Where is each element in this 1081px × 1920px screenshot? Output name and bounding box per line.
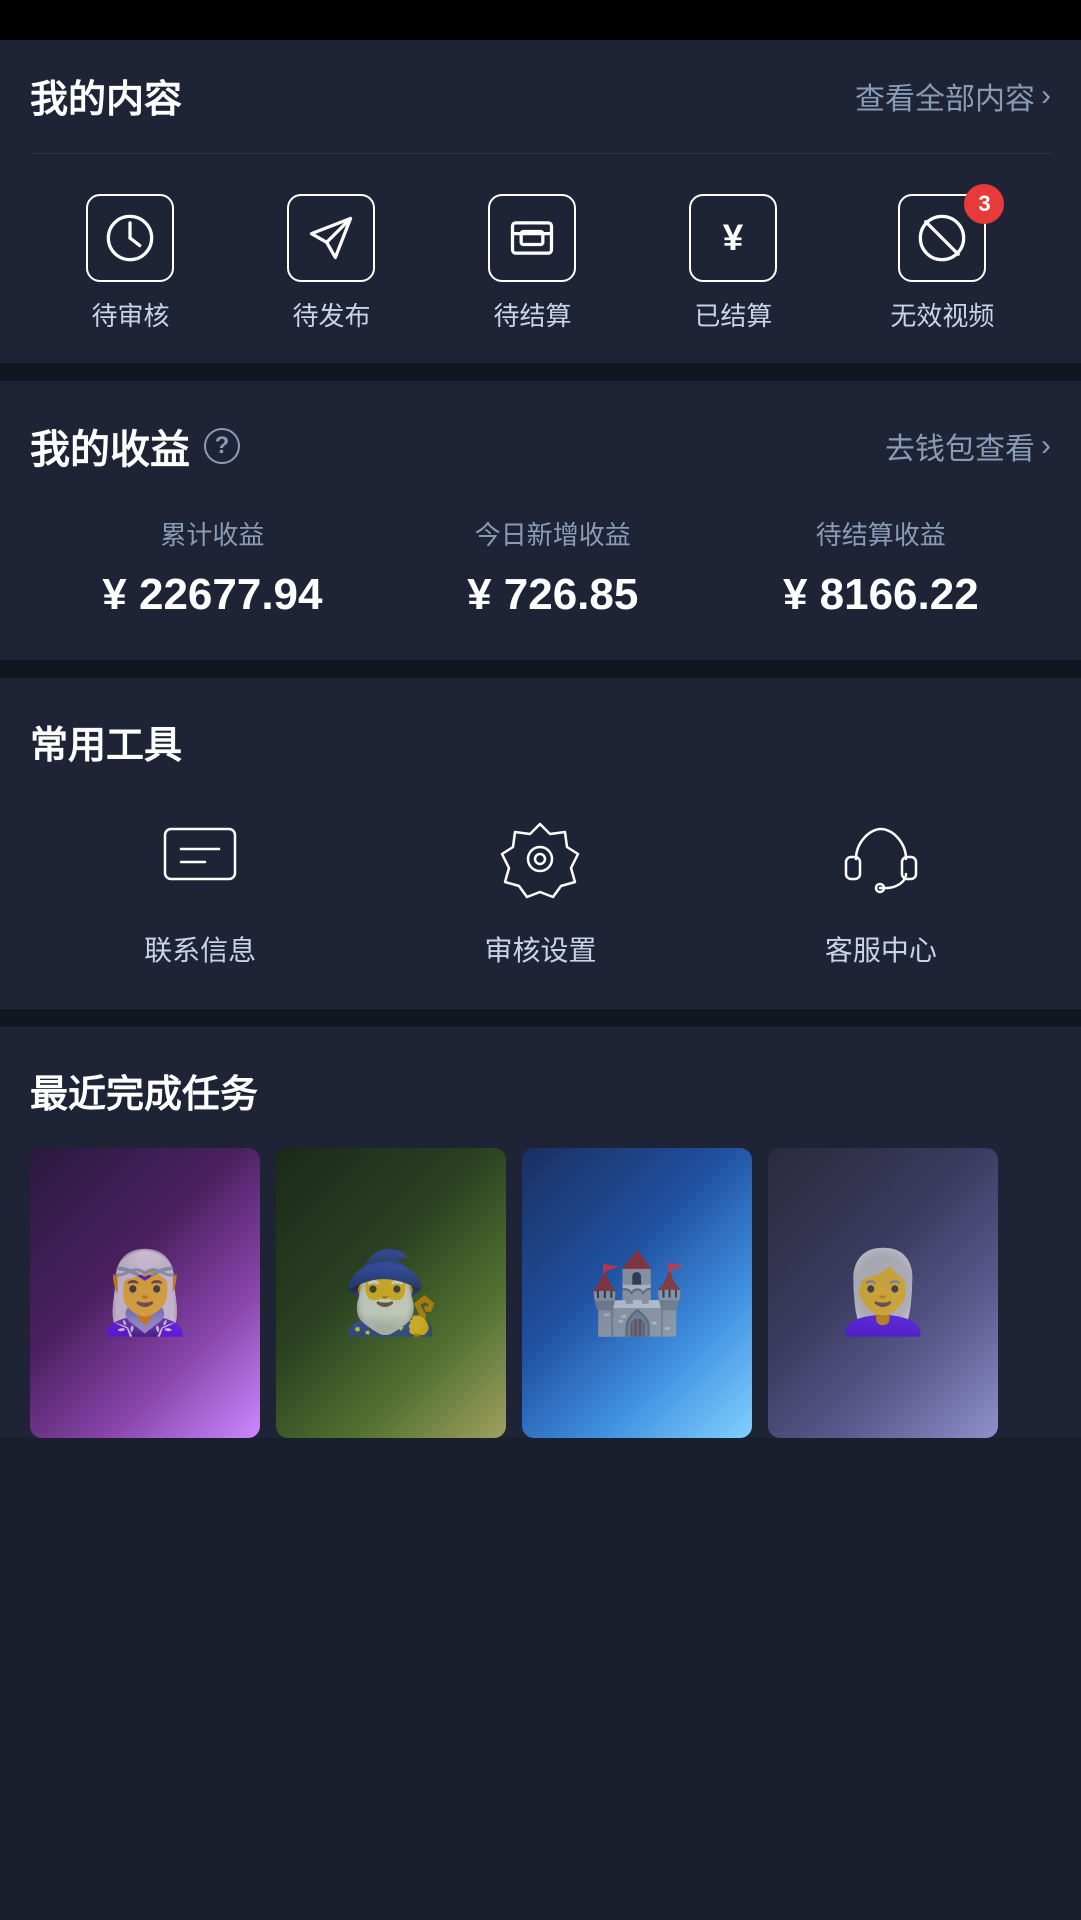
pending-review-icon-box: [86, 194, 174, 282]
pending-settlement-item[interactable]: 待结算: [488, 194, 576, 333]
earnings-grid: 累计收益 ¥ 22677.94 今日新增收益 ¥ 726.85 待结算收益 ¥ …: [30, 515, 1051, 620]
invalid-video-badge: 3: [964, 184, 1004, 224]
recent-task-item[interactable]: 🧝‍♀️: [30, 1148, 260, 1438]
pending-earnings-item: 待结算收益 ¥ 8166.22: [783, 515, 979, 620]
pending-label: 待结算收益: [816, 515, 946, 552]
pending-publish-icon-box: [287, 194, 375, 282]
earnings-title: 我的收益: [30, 417, 190, 475]
settled-item[interactable]: ¥ 已结算: [689, 194, 777, 333]
view-all-link[interactable]: 查看全部内容 ›: [855, 74, 1051, 118]
yen-icon: ¥: [707, 212, 759, 264]
gap-2: [0, 660, 1081, 678]
svg-text:¥: ¥: [723, 217, 744, 258]
my-content-header: 我的内容 查看全部内容 ›: [30, 68, 1051, 123]
tools-grid: 联系信息 审核设置: [30, 809, 1051, 969]
recent-task-item[interactable]: 🏰: [522, 1148, 752, 1438]
cumulative-earnings-item: 累计收益 ¥ 22677.94: [102, 515, 322, 620]
my-content-section: 我的内容 查看全部内容 › 待审核: [0, 40, 1081, 363]
customer-service-icon: [831, 809, 931, 909]
cumulative-value: ¥ 22677.94: [102, 570, 322, 620]
settled-label: 已结算: [694, 296, 772, 333]
tools-title: 常用工具: [30, 714, 1051, 769]
gap-3: [0, 1009, 1081, 1027]
headset-icon: [836, 814, 926, 904]
contact-info-icon: [150, 809, 250, 909]
earnings-header: 我的收益 ? 去钱包查看 ›: [30, 417, 1051, 475]
recent-tasks-grid: 🧝‍♀️ 🧙‍♂️ 🏰 👩‍🦳: [30, 1148, 1051, 1438]
today-value: ¥ 726.85: [467, 570, 638, 620]
contact-info-label: 联系信息: [144, 929, 256, 969]
invalid-video-label: 无效视频: [890, 296, 994, 333]
common-tools-section: 常用工具 联系信息 审核设置: [0, 678, 1081, 1009]
help-icon[interactable]: ?: [204, 428, 240, 464]
today-earnings-item: 今日新增收益 ¥ 726.85: [467, 515, 638, 620]
cumulative-label: 累计收益: [160, 515, 264, 552]
content-icon-grid: 待审核 待发布 待结算: [30, 184, 1051, 343]
review-settings-item[interactable]: 审核设置: [484, 809, 596, 969]
my-content-title: 我的内容: [30, 68, 182, 123]
pending-publish-item[interactable]: 待发布: [287, 194, 375, 333]
message-icon: [155, 814, 245, 904]
settings-circle-icon: [495, 814, 585, 904]
clock-icon: [104, 212, 156, 264]
pending-publish-label: 待发布: [292, 296, 370, 333]
review-settings-icon: [490, 809, 590, 909]
customer-service-label: 客服中心: [825, 929, 937, 969]
my-earnings-section: 我的收益 ? 去钱包查看 › 累计收益 ¥ 22677.94 今日新增收益 ¥ …: [0, 381, 1081, 660]
wallet-link[interactable]: 去钱包查看 ›: [885, 424, 1051, 468]
pending-payment-icon: [506, 212, 558, 264]
status-bar: [0, 0, 1081, 40]
pending-settlement-label: 待结算: [493, 296, 571, 333]
recent-task-item[interactable]: 👩‍🦳: [768, 1148, 998, 1438]
chevron-right-icon: ›: [1041, 79, 1051, 113]
earnings-title-row: 我的收益 ?: [30, 417, 240, 475]
invalid-video-item[interactable]: 3 无效视频: [890, 194, 994, 333]
recent-tasks-title: 最近完成任务: [30, 1063, 1051, 1118]
pending-review-label: 待审核: [91, 296, 169, 333]
gap-1: [0, 363, 1081, 381]
ban-icon: [916, 212, 968, 264]
divider: [30, 153, 1051, 154]
customer-service-item[interactable]: 客服中心: [825, 809, 937, 969]
pending-value: ¥ 8166.22: [783, 570, 979, 620]
settled-icon-box: ¥: [689, 194, 777, 282]
send-icon: [305, 212, 357, 264]
review-settings-label: 审核设置: [484, 929, 596, 969]
pending-settlement-icon-box: [488, 194, 576, 282]
today-label: 今日新增收益: [475, 515, 631, 552]
recent-tasks-section: 最近完成任务 🧝‍♀️ 🧙‍♂️ 🏰 👩‍🦳: [0, 1027, 1081, 1438]
recent-task-item[interactable]: 🧙‍♂️: [276, 1148, 506, 1438]
pending-review-item[interactable]: 待审核: [86, 194, 174, 333]
chevron-right-icon: ›: [1041, 429, 1051, 463]
contact-info-item[interactable]: 联系信息: [144, 809, 256, 969]
